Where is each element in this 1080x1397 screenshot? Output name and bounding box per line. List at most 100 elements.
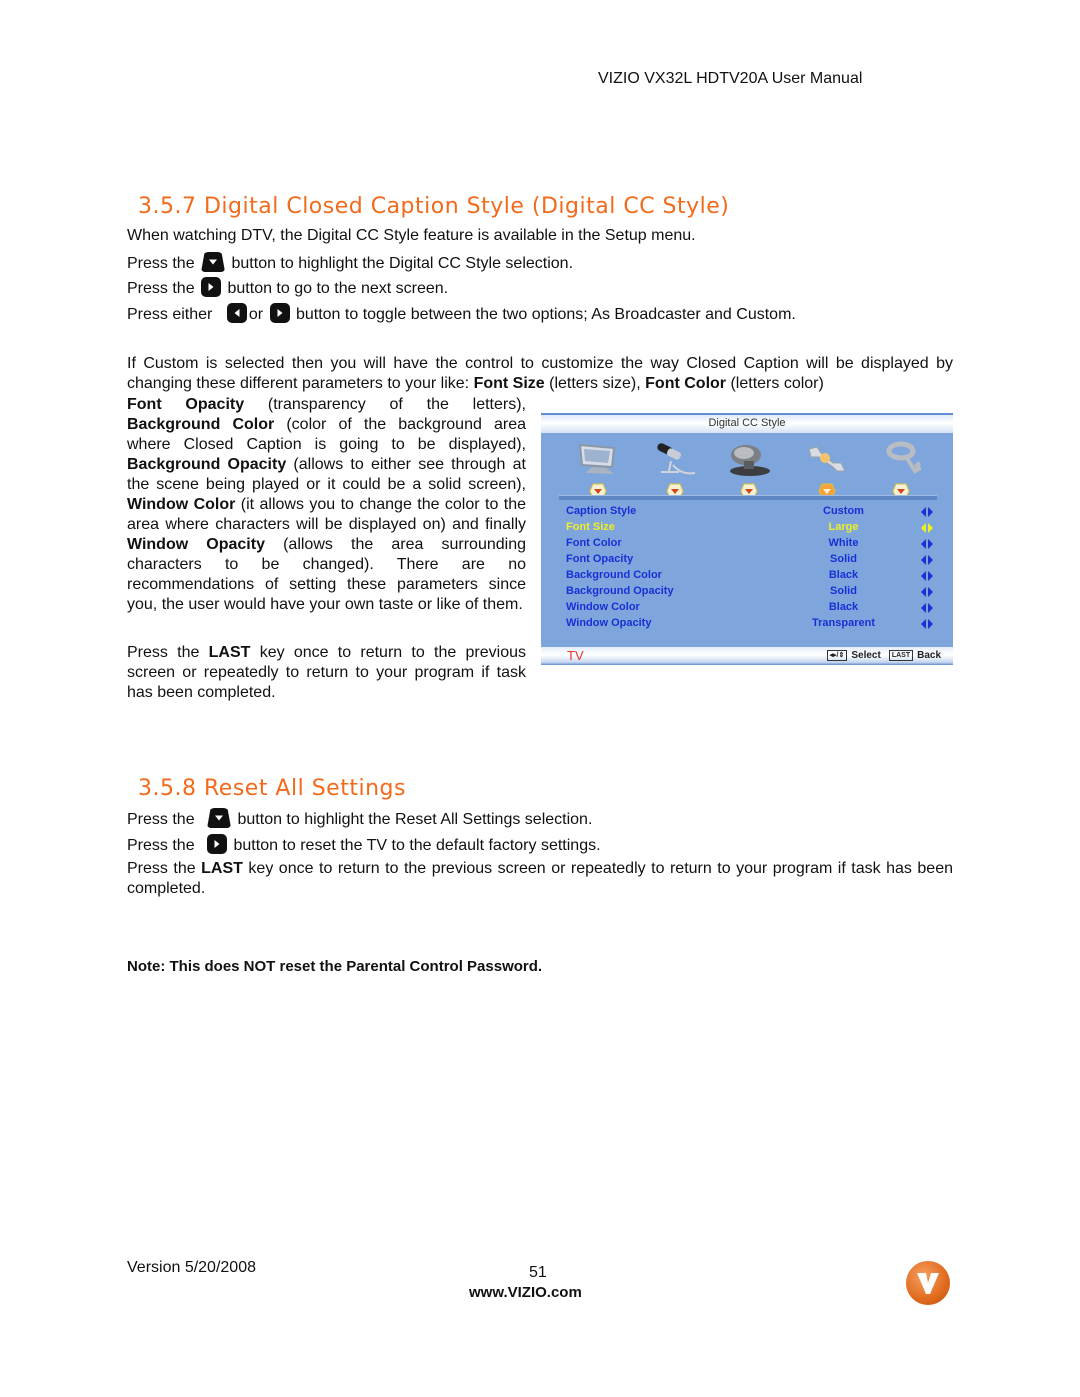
osd-setting-row[interactable]: Font Color White	[566, 537, 941, 553]
setting-label: Window Color	[566, 601, 640, 613]
left-right-arrows-icon[interactable]	[921, 523, 933, 533]
section-number: 3.5.7	[138, 194, 197, 219]
body-text: (letters color)	[726, 375, 824, 392]
reset-last-paragraph: Press the LAST key once to return to the…	[127, 859, 953, 899]
osd-title: Digital CC Style	[541, 413, 953, 433]
setting-label: Caption Style	[566, 505, 637, 517]
osd-setting-row[interactable]: Background Opacity Solid	[566, 585, 941, 601]
manual-header-title: VIZIO VX32L HDTV20A User Manual	[598, 70, 863, 87]
input-source-label: TV	[567, 648, 584, 663]
setting-label: Window Opacity	[566, 617, 652, 629]
term-background-color: Background Color	[127, 416, 275, 433]
website-link[interactable]: www.VIZIO.com	[469, 1284, 582, 1301]
left-right-arrows-icon[interactable]	[921, 619, 933, 629]
step-text: Press the	[127, 837, 195, 854]
term-font-size: Font Size	[473, 375, 545, 392]
step-toggle: Press either or button to toggle between…	[127, 303, 796, 325]
setting-value: Transparent	[812, 617, 875, 629]
left-right-arrows-icon[interactable]	[921, 507, 933, 517]
last-key-icon: LAST	[888, 650, 914, 661]
back-hint: Back	[917, 650, 941, 661]
left-right-arrows-icon[interactable]	[921, 603, 933, 613]
setting-value: Large	[828, 521, 859, 533]
osd-setting-row[interactable]: Window Color Black	[566, 601, 941, 617]
setting-value: Black	[828, 569, 859, 581]
digital-cc-style-osd-screenshot: Digital CC Style Caption Style Custom Fo…	[541, 413, 953, 665]
last-key-label: LAST	[208, 644, 251, 661]
osd-key-hints: ◂▸/⇕ Select LAST Back	[826, 650, 941, 661]
intro-text: When watching DTV, the Digital CC Style …	[127, 227, 696, 244]
setting-label: Background Color	[566, 569, 662, 581]
left-right-arrows-icon[interactable]	[921, 555, 933, 565]
left-right-arrows-icon[interactable]	[921, 587, 933, 597]
setting-value: Solid	[830, 585, 857, 597]
step-text: Press the	[127, 280, 195, 297]
term-window-color: Window Color	[127, 496, 236, 513]
setting-label: Font Color	[566, 537, 622, 549]
vizio-logo-icon	[906, 1261, 950, 1305]
body-text: (letters size),	[544, 375, 646, 392]
body-text: (transparency of the letters),	[244, 396, 527, 413]
satellite-dish-icon	[730, 445, 770, 476]
custom-paragraph-top: If Custom is selected then you will have…	[127, 354, 953, 394]
left-right-arrows-icon[interactable]	[921, 539, 933, 549]
osd-setting-row[interactable]: Caption Style Custom	[566, 505, 941, 521]
step-text: button to toggle between the two options…	[295, 306, 796, 323]
step-text: Press the	[127, 255, 195, 272]
body-text: key once to return to the previous scree…	[127, 860, 954, 897]
reset-step-highlight: Press the button to highlight the Reset …	[127, 808, 592, 830]
left-right-arrows-icon[interactable]	[921, 571, 933, 581]
setting-value: Black	[828, 601, 859, 613]
osd-setting-row[interactable]: Background Color Black	[566, 569, 941, 585]
osd-setting-row[interactable]: Font Opacity Solid	[566, 553, 941, 569]
body-text: Press the	[127, 860, 202, 877]
section-heading-3-5-8: 3.5.8 Reset All Settings	[138, 776, 406, 801]
tv-picture-icon	[578, 443, 616, 474]
step-highlight: Press the button to highlight the Digita…	[127, 252, 573, 274]
section-title: Reset All Settings	[203, 776, 406, 801]
right-arrow-key-icon	[269, 303, 290, 323]
left-arrow-key-icon	[226, 303, 247, 323]
section-title: Digital Closed Caption Style (Digital CC…	[203, 194, 730, 219]
setting-value: White	[828, 537, 859, 549]
step-text: button to highlight the Digital CC Style…	[231, 255, 574, 272]
section-heading-3-5-7: 3.5.7 Digital Closed Caption Style (Digi…	[138, 194, 729, 219]
term-background-opacity: Background Opacity	[127, 456, 287, 473]
parental-password-note: Note: This does NOT reset the Parental C…	[127, 958, 543, 975]
setting-label: Background Opacity	[566, 585, 674, 597]
term-window-opacity: Window Opacity	[127, 536, 265, 553]
osd-footer: TV ◂▸/⇕ Select LAST Back	[541, 647, 953, 665]
setting-value: Solid	[830, 553, 857, 565]
osd-setting-row[interactable]: Window Opacity Transparent	[566, 617, 941, 633]
term-font-opacity: Font Opacity	[127, 396, 245, 413]
custom-paragraph-column: Font Opacity (transparency of the letter…	[127, 395, 526, 615]
step-text: button to go to the next screen.	[227, 280, 449, 297]
setting-label: Font Opacity	[566, 553, 634, 565]
step-text: Press the	[127, 811, 195, 828]
down-arrow-key-icon	[201, 252, 226, 272]
microphone-audio-icon	[657, 443, 696, 475]
divider	[559, 495, 937, 500]
step-text: button to reset the TV to the default fa…	[233, 837, 601, 854]
right-arrow-key-icon	[207, 834, 228, 854]
nav-key-icon: ◂▸/⇕	[826, 650, 848, 661]
osd-menu-icon-bar	[541, 437, 953, 507]
version-label: Version 5/20/2008	[127, 1259, 256, 1276]
right-arrow-key-icon	[201, 277, 222, 297]
page-number: 51	[529, 1264, 547, 1281]
osd-setting-row[interactable]: Font Size Large	[566, 521, 941, 537]
setting-label: Font Size	[566, 521, 615, 533]
key-parental-icon	[886, 441, 922, 474]
select-hint: Select	[851, 650, 881, 661]
body-text: Press the	[127, 644, 209, 661]
down-arrow-key-icon	[207, 808, 232, 828]
step-next-screen: Press the button to go to the next scree…	[127, 277, 448, 299]
step-text: Press either	[127, 306, 213, 323]
reset-step-confirm: Press the button to reset the TV to the …	[127, 834, 601, 856]
term-font-color: Font Color	[645, 375, 727, 392]
last-key-paragraph: Press the LAST key once to return to the…	[127, 643, 526, 703]
setting-value: Custom	[823, 505, 864, 517]
last-key-label: LAST	[201, 860, 243, 877]
section-number: 3.5.8	[138, 776, 197, 801]
step-text: button to highlight the Reset All Settin…	[237, 811, 593, 828]
